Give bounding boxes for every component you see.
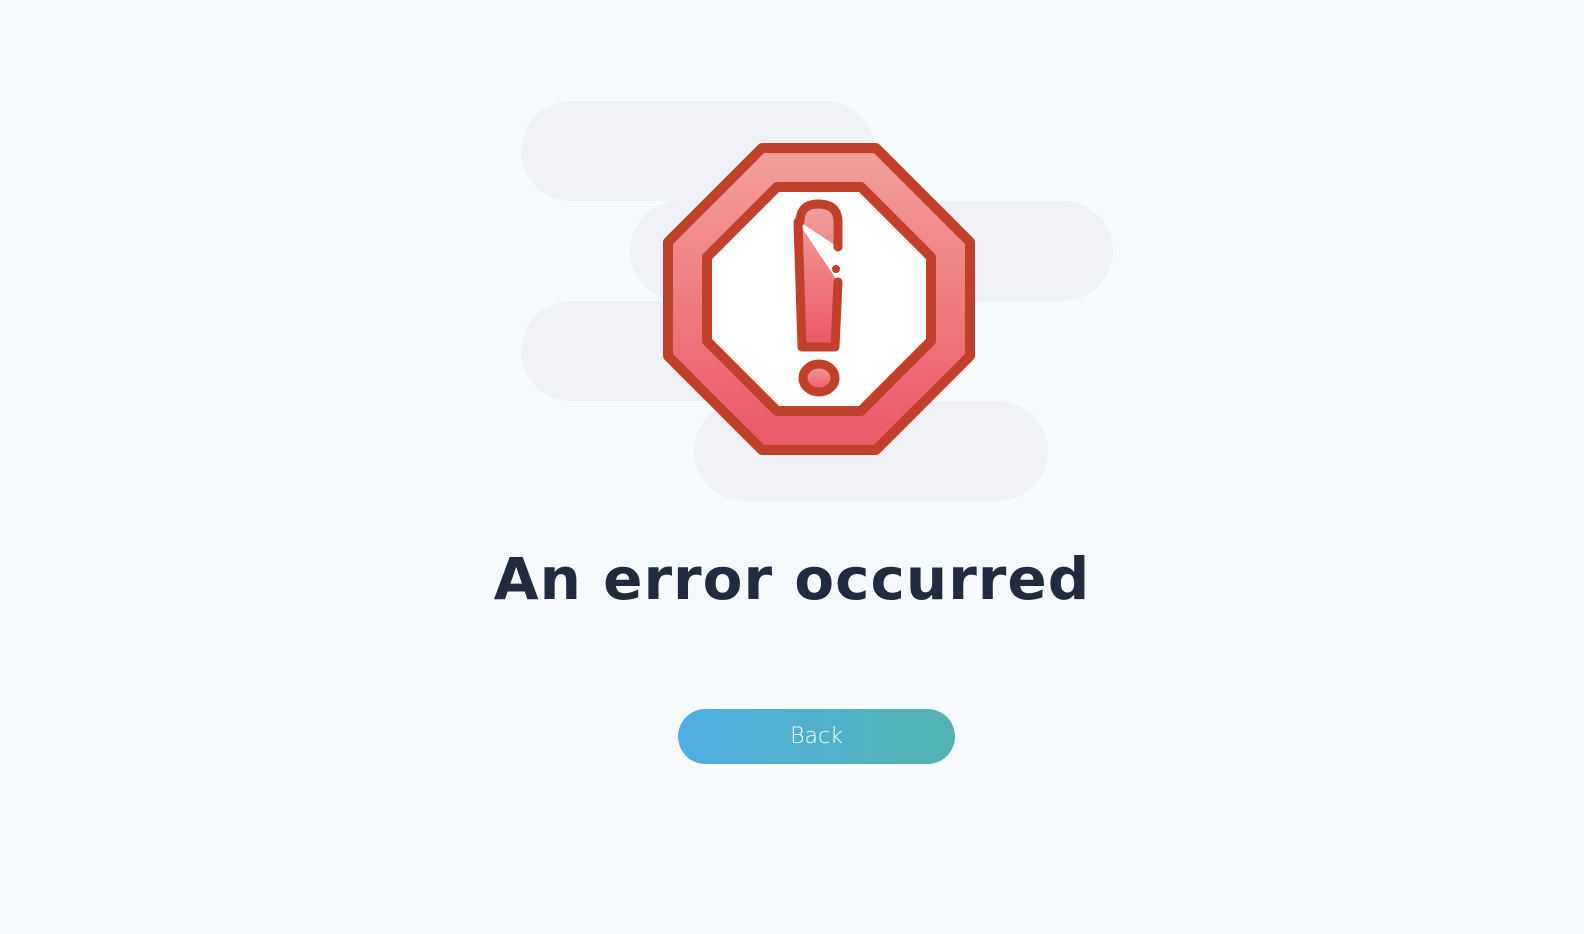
page-title: An error occurred <box>493 545 1091 613</box>
error-octagon-icon <box>663 143 975 455</box>
back-button[interactable]: Back <box>678 709 955 764</box>
